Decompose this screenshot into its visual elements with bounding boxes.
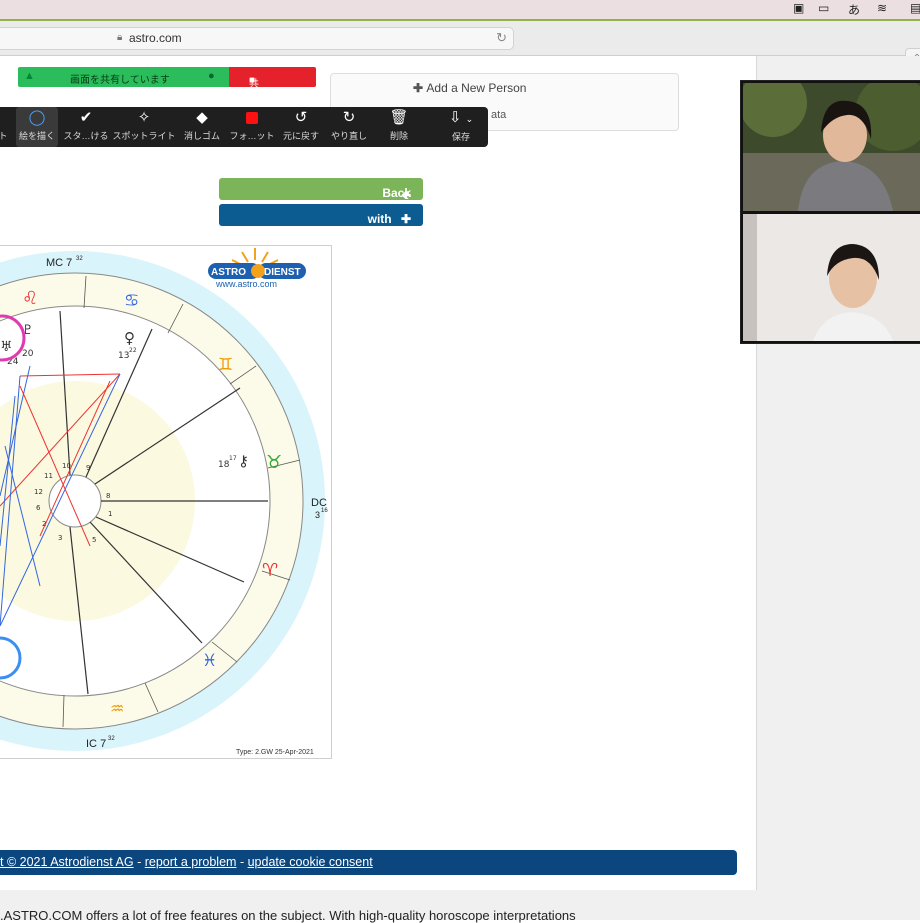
svg-text:3: 3 [58, 534, 62, 542]
cancer-glyph: ♋︎ [124, 291, 139, 311]
tool-delete[interactable]: 🗑︎ 削除 [380, 107, 418, 147]
svg-text:10: 10 [62, 462, 71, 470]
address-bar[interactable]: 🔒︎ astro.com ↻ [0, 27, 514, 50]
reload-icon[interactable]: ↻ [496, 30, 507, 46]
svg-text:DIENST: DIENST [264, 267, 301, 278]
taurus-glyph: ♉︎ [266, 452, 282, 473]
mc-label: MC 7 [46, 257, 72, 269]
tool-save[interactable]: ⇩ ⌄ 保存 [436, 107, 486, 147]
aries-glyph: ♈︎ [262, 560, 278, 581]
input-method-icon[interactable]: あ [848, 1, 860, 18]
chart-center [48, 474, 102, 528]
wifi-icon[interactable]: ≋ [877, 1, 887, 15]
sharing-indicator[interactable]: ▲ 画面を共有しています ● [18, 67, 229, 87]
window-icon[interactable]: ▭ [818, 1, 829, 15]
undo-icon: ↺ [294, 109, 308, 126]
svg-text:32: 32 [108, 736, 115, 742]
tool-spotlight[interactable]: ✧ スポットライト [110, 107, 178, 147]
venus-degree: 13 [118, 351, 129, 361]
data-link[interactable]: ata [491, 109, 506, 121]
svg-text:20: 20 [22, 349, 34, 359]
svg-text:3: 3 [315, 510, 320, 520]
draw-icon: ◯ [28, 109, 46, 126]
url-text: astro.com [129, 31, 182, 45]
svg-text:11: 11 [44, 472, 53, 480]
tool-redo[interactable]: ↻ やり直し [328, 107, 370, 147]
menubar: ▣ ▭ あ ≋ ▤ [0, 0, 920, 21]
back-button[interactable]: 🡸 Back [219, 178, 423, 202]
svg-text:12: 12 [34, 488, 43, 496]
chart-type-label: Type: 2.GW 25-Apr-2021 [236, 749, 314, 756]
menu-extra-icon[interactable]: ▤ [910, 1, 920, 15]
natal-chart: ♌︎ ♋︎ ♊︎ ♉︎ ♈︎ ♓︎ ♒︎ ♀︎ 13 22 ⚷ 18 17 20… [0, 245, 332, 759]
browser-toolbar: 🔒︎ astro.com ↻ ⇪ [0, 21, 920, 70]
svg-text:1: 1 [108, 510, 112, 518]
participant-video-1[interactable] [743, 83, 920, 211]
svg-text:17: 17 [229, 455, 237, 462]
site-footer: t © 2021 Astrodienst AG - report a probl… [0, 850, 737, 875]
zoom-video-panel[interactable] [740, 80, 920, 344]
annotation-toolbar: ト ◯ 絵を描く ✔ スタ…ける ✧ スポットライト ◆ 消しゴム フォ…ット … [0, 107, 488, 147]
svg-text:16: 16 [321, 508, 328, 514]
zoom-share-bar: ▲ 画面を共有しています ● ■ 共有の停止 [18, 67, 316, 150]
svg-text:9: 9 [86, 464, 90, 472]
svg-text:ASTRO: ASTRO [211, 267, 246, 278]
cookie-consent-link[interactable]: update cookie consent [248, 855, 373, 869]
ic-label: IC 7 [86, 738, 106, 750]
tool-format[interactable]: フォ…ット [228, 107, 276, 147]
aquarius-glyph: ♒︎ [110, 699, 124, 718]
tool-eraser[interactable]: ◆ 消しゴム [180, 107, 224, 147]
svg-text:5: 5 [92, 536, 96, 544]
trash-icon: 🗑︎ [389, 109, 409, 126]
svg-text:22: 22 [129, 347, 137, 354]
tool-stamp[interactable]: ✔ スタ…ける [62, 107, 110, 147]
chart-svg: ♌︎ ♋︎ ♊︎ ♉︎ ♈︎ ♓︎ ♒︎ ♀︎ 13 22 ⚷ 18 17 20… [0, 248, 328, 756]
chiron-glyph: ⚷ [238, 452, 249, 470]
stamp-icon: ✔ [79, 109, 93, 126]
svg-text:32: 32 [76, 256, 83, 262]
participant-video-2[interactable] [743, 214, 920, 341]
shield-icon: ● [208, 70, 215, 82]
venus-glyph: ♀︎ [124, 329, 135, 347]
add-person-link[interactable]: ✚ Add a New Person [413, 81, 526, 95]
copyright-link[interactable]: t © 2021 Astrodienst AG [0, 855, 134, 869]
tool-undo[interactable]: ↺ 元に戻す [280, 107, 322, 147]
gemini-glyph: ♊︎ [218, 355, 233, 375]
leo-glyph: ♌︎ [22, 288, 38, 309]
bottom-text-area: .ASTRO.COM offers a lot of free features… [0, 890, 757, 923]
text-icon [0, 107, 12, 129]
sun-rays-icon [231, 248, 279, 266]
format-icon [228, 107, 276, 129]
spotlight-icon: ✧ [137, 109, 151, 126]
with-transits-button[interactable]: ✚ with transits [219, 204, 423, 240]
plus-icon: ✚ [413, 81, 427, 95]
eraser-icon: ◆ [196, 109, 208, 126]
pisces-glyph: ♓︎ [202, 651, 217, 671]
stop-share-button[interactable]: ■ 共有の停止 [229, 67, 316, 150]
sharing-label: 画面を共有しています [70, 75, 170, 86]
participant-2-image [743, 214, 920, 341]
lock-icon: 🔒︎ [117, 32, 123, 43]
uranus-glyph: ♅ [0, 339, 13, 355]
svg-text:18: 18 [218, 460, 230, 470]
svg-text:2: 2 [42, 520, 46, 528]
svg-text:6: 6 [36, 504, 41, 512]
tool-draw[interactable]: ◯ 絵を描く [16, 107, 58, 147]
redo-icon: ↻ [342, 109, 356, 126]
zoom-camera-icon[interactable]: ▣ [793, 1, 804, 15]
report-problem-link[interactable]: report a problem [145, 855, 237, 869]
astrodienst-logo: ASTRO DIENST www.astro.com [208, 248, 306, 289]
pin-icon[interactable]: ▲ [24, 70, 35, 82]
participant-1-image [743, 83, 920, 211]
intro-text: .ASTRO.COM offers a lot of free features… [0, 908, 576, 923]
svg-text:www.astro.com: www.astro.com [215, 279, 277, 289]
save-icon: ⇩ ⌄ [448, 109, 474, 126]
tool-text[interactable]: ト [0, 107, 12, 147]
svg-text:8: 8 [106, 492, 110, 500]
